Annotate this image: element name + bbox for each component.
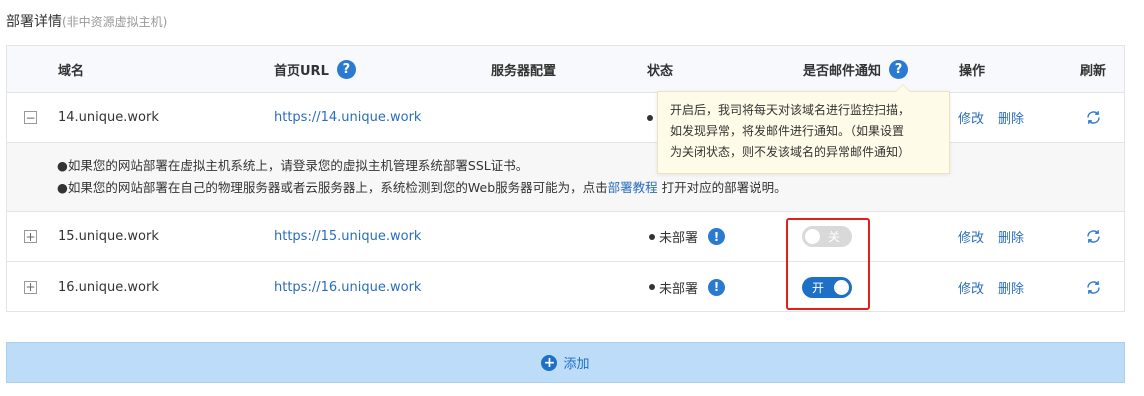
homepage-url-help-icon[interactable]: ?	[336, 60, 356, 79]
toggle-highlight-box	[786, 218, 870, 310]
status-text: 未部署	[659, 281, 699, 297]
deployment-table: 域名 首页URL ? 服务器配置 状态 是否邮件通知 ? 操作 刷新 − 14.…	[6, 45, 1125, 312]
homepage-url-link[interactable]: https://16.unique.work	[274, 262, 421, 312]
email-notify-help-icon[interactable]: ?	[889, 60, 909, 79]
column-header-homepage-url-label: 首页URL	[274, 64, 329, 79]
plus-circle-icon: +	[541, 354, 558, 371]
refresh-icon[interactable]	[1085, 228, 1102, 245]
tooltip-line-1: 开启后，我司将每天对该域名进行监控扫描，	[670, 103, 911, 117]
detail-server-note-suffix: 打开对应的部署说明。	[657, 180, 787, 195]
detail-server-note: ●如果您的网站部署在自己的物理服务器或者云服务器上，系统检测到您的Web服务器可…	[57, 177, 787, 196]
tooltip-arrow	[895, 84, 911, 92]
column-header-email-notify: 是否邮件通知 ?	[803, 46, 909, 93]
column-header-status: 状态	[647, 64, 674, 79]
homepage-url-link[interactable]: https://15.unique.work	[274, 212, 421, 261]
tooltip-line-3: 为关闭状态，则不发该域名的异常邮件通知）	[670, 145, 911, 159]
domain-cell: 14.unique.work	[58, 110, 159, 125]
column-header-actions: 操作	[959, 64, 986, 79]
refresh-icon[interactable]	[1085, 109, 1102, 126]
deployment-detail-row: ●如果您的网站部署在虚拟主机系统上，请登录您的虚拟主机管理系统部署SSL证书。 …	[7, 143, 1124, 212]
status-cell: 未部署 !	[649, 212, 726, 261]
detail-server-note-prefix: ●如果您的网站部署在自己的物理服务器或者云服务器上，系统检测到您的Web服务器可…	[57, 180, 608, 195]
tooltip-line-2: 如发现异常，将发邮件进行通知。（如果设置	[670, 124, 905, 138]
edit-link[interactable]: 修改	[958, 108, 984, 127]
page-title: 部署详情	[6, 14, 62, 30]
status-dot-icon	[647, 114, 653, 121]
exclamation-circle-icon[interactable]: !	[708, 228, 726, 245]
edit-link[interactable]: 修改	[958, 227, 984, 246]
homepage-url-link[interactable]: https://14.unique.work	[274, 93, 421, 142]
status-dot-icon	[649, 284, 655, 290]
page-header: 部署详情 (非中资源虚拟主机)	[6, 11, 167, 31]
actions-cell: 修改 删除	[958, 262, 1024, 312]
table-row: + 15.unique.work https://15.unique.work …	[7, 212, 1124, 262]
expand-square-icon[interactable]: +	[24, 230, 37, 243]
table-row: + 16.unique.work https://16.unique.work …	[7, 262, 1124, 312]
exclamation-circle-icon[interactable]: !	[708, 278, 726, 296]
page-subtitle: (非中资源虚拟主机)	[62, 15, 168, 29]
status-text: 未部署	[659, 231, 699, 246]
status-dot-icon	[649, 233, 655, 240]
actions-cell: 修改 删除	[958, 212, 1024, 261]
expand-square-icon[interactable]: +	[24, 280, 37, 294]
detail-virtual-host-note: ●如果您的网站部署在虚拟主机系统上，请登录您的虚拟主机管理系统部署SSL证书。	[57, 158, 529, 173]
edit-link[interactable]: 修改	[958, 278, 984, 297]
column-header-refresh: 刷新	[1080, 64, 1107, 79]
column-header-email-notify-label: 是否邮件通知	[803, 64, 882, 79]
deploy-tutorial-link[interactable]: 部署教程	[608, 180, 658, 195]
delete-link[interactable]: 删除	[998, 278, 1024, 297]
status-cell	[647, 93, 657, 142]
email-notify-tooltip: 开启后，我司将每天对该域名进行监控扫描， 如发现异常，将发邮件进行通知。（如果设…	[657, 84, 950, 174]
table-header: 域名 首页URL ? 服务器配置 状态 是否邮件通知 ? 操作 刷新	[7, 46, 1124, 93]
delete-link[interactable]: 删除	[998, 227, 1024, 246]
refresh-icon[interactable]	[1085, 279, 1102, 296]
column-header-domain: 域名	[58, 64, 85, 79]
actions-cell: 修改 删除	[958, 93, 1024, 142]
add-button-label: 添加	[563, 357, 590, 372]
collapse-square-icon[interactable]: −	[24, 111, 37, 124]
column-header-server-config: 服务器配置	[491, 64, 557, 79]
add-button[interactable]: + 添加	[6, 342, 1125, 383]
table-row: − 14.unique.work https://14.unique.work …	[7, 93, 1124, 143]
domain-cell: 15.unique.work	[58, 229, 159, 244]
domain-cell: 16.unique.work	[58, 279, 159, 295]
column-header-homepage-url: 首页URL ?	[274, 46, 356, 93]
status-cell: 未部署 !	[649, 262, 726, 312]
delete-link[interactable]: 删除	[998, 108, 1024, 127]
